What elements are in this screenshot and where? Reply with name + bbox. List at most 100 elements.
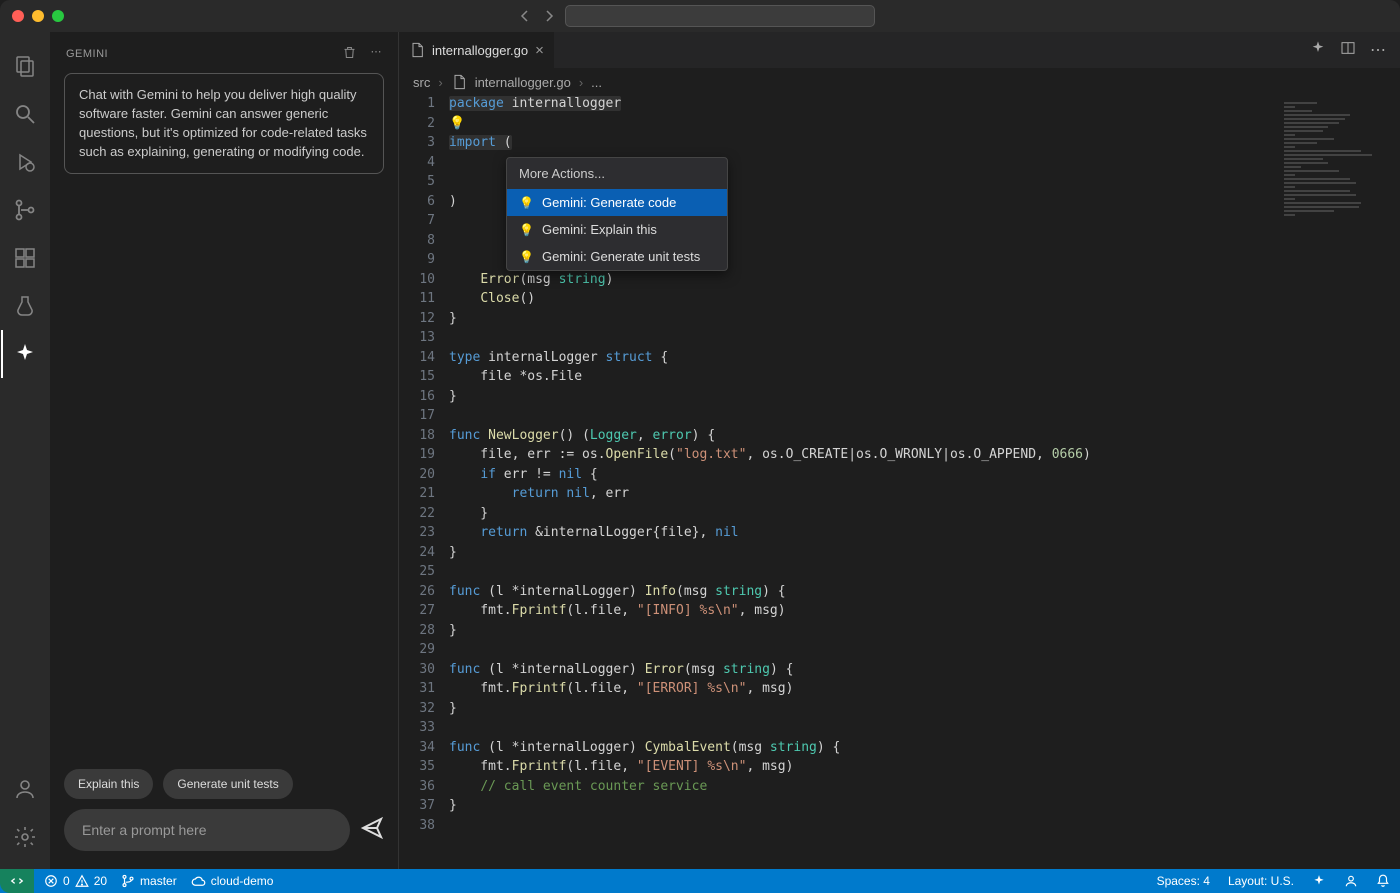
explorer-icon[interactable] [1,42,49,90]
editor-more-icon[interactable]: ⋯ [1370,40,1386,61]
code-line[interactable] [449,642,1400,662]
run-debug-icon[interactable] [1,138,49,186]
clear-chat-icon[interactable] [342,45,357,63]
extensions-icon[interactable] [1,234,49,282]
code-line[interactable]: func (l *internalLogger) Error(msg strin… [449,662,1400,682]
code-line[interactable]: } [449,389,1400,409]
go-file-icon [409,42,425,58]
lightbulb-icon: 💡 [519,223,534,237]
accounts-icon[interactable] [1,765,49,813]
generate-unit-tests-button[interactable]: Generate unit tests [163,769,292,799]
code-line[interactable]: import ( [449,135,1400,155]
code-line[interactable]: Close() [449,291,1400,311]
tab-close-icon[interactable]: × [535,42,544,59]
line-number: 21 [399,486,435,506]
prompt-input[interactable]: Enter a prompt here [64,809,350,851]
chevron-right-icon: › [579,75,583,90]
window-controls [12,10,64,22]
code-line[interactable]: return nil, err [449,486,1400,506]
code-line[interactable]: // call event counter service [449,779,1400,799]
code-line[interactable]: fmt.Fprintf(l.file, "[ERROR] %s\n", msg) [449,681,1400,701]
code-line[interactable]: fmt.Fprintf(l.file, "[INFO] %s\n", msg) [449,603,1400,623]
breadcrumb-src[interactable]: src [413,75,430,90]
explain-this-button[interactable]: Explain this [64,769,153,799]
lightbulb-icon[interactable]: 💡 [449,116,465,131]
breadcrumb-file[interactable]: internallogger.go [475,75,571,90]
nav-back-icon[interactable] [517,8,533,24]
code-line[interactable] [449,330,1400,350]
line-number: 18 [399,428,435,448]
line-number: 25 [399,564,435,584]
menu-item-generate-code[interactable]: 💡 Gemini: Generate code [507,189,727,216]
line-number: 29 [399,642,435,662]
code-line[interactable]: } [449,798,1400,818]
source-control-icon[interactable] [1,186,49,234]
code-line[interactable] [449,818,1400,838]
menu-item-explain-this[interactable]: 💡 Gemini: Explain this [507,216,727,243]
feedback-icon[interactable] [1344,874,1358,888]
nav-forward-icon[interactable] [541,8,557,24]
code-line[interactable]: if err != nil { [449,467,1400,487]
close-window-button[interactable] [12,10,24,22]
breadcrumb-more[interactable]: ... [591,75,602,90]
code-line[interactable]: type internalLogger struct { [449,350,1400,370]
line-number: 15 [399,369,435,389]
testing-icon[interactable] [1,282,49,330]
tab-bar: internallogger.go × ⋯ [399,32,1400,68]
gemini-status-icon[interactable] [1312,874,1326,888]
code-line[interactable] [449,408,1400,428]
code-line[interactable]: func NewLogger() (Logger, error) { [449,428,1400,448]
command-center-input[interactable] [565,5,875,27]
code-line[interactable]: } [449,311,1400,331]
notifications-icon[interactable] [1376,874,1390,888]
code-line[interactable]: } [449,506,1400,526]
code-line[interactable]: return &internalLogger{file}, nil [449,525,1400,545]
split-editor-icon[interactable] [1340,40,1356,61]
git-branch-status[interactable]: master [121,874,177,888]
code-line[interactable]: 💡 [449,116,1400,136]
search-icon[interactable] [1,90,49,138]
code-editor[interactable]: 1234567891011121314151617181920212223242… [399,96,1400,869]
breadcrumbs[interactable]: src › internallogger.go › ... [399,68,1400,96]
code-line[interactable]: package internallogger [449,96,1400,116]
code-line[interactable]: file, err := os.OpenFile("log.txt", os.O… [449,447,1400,467]
cloud-status[interactable]: cloud-demo [191,874,274,889]
lightbulb-icon: 💡 [519,196,534,210]
tab-internallogger[interactable]: internallogger.go × [399,32,555,68]
gemini-sparkle-icon[interactable] [1310,40,1326,61]
line-number: 7 [399,213,435,233]
code-line[interactable]: func (l *internalLogger) CymbalEvent(msg… [449,740,1400,760]
code-line[interactable]: Error(msg string) [449,272,1400,292]
line-number: 32 [399,701,435,721]
code-line[interactable]: } [449,545,1400,565]
maximize-window-button[interactable] [52,10,64,22]
lightbulb-icon: 💡 [519,250,534,264]
menu-item-generate-unit-tests[interactable]: 💡 Gemini: Generate unit tests [507,243,727,270]
editor-area: internallogger.go × ⋯ src › internallogg… [399,32,1400,869]
line-number: 36 [399,779,435,799]
code-line[interactable]: } [449,623,1400,643]
activity-bar [0,32,50,869]
line-number: 8 [399,233,435,253]
sidebar-title: GEMINI [66,48,108,60]
problems-status[interactable]: 0 20 [44,874,107,888]
send-icon[interactable] [360,816,384,845]
code-line[interactable]: fmt.Fprintf(l.file, "[EVENT] %s\n", msg) [449,759,1400,779]
more-actions-icon[interactable]: ⋯ [371,45,383,63]
chevron-right-icon: › [438,75,442,90]
settings-gear-icon[interactable] [1,813,49,861]
gemini-hint-text: Chat with Gemini to help you deliver hig… [64,73,384,174]
gemini-icon[interactable] [1,330,49,378]
line-number: 37 [399,798,435,818]
code-line[interactable]: file *os.File [449,369,1400,389]
code-line[interactable] [449,720,1400,740]
spaces-status[interactable]: Spaces: 4 [1157,874,1210,888]
code-line[interactable]: func (l *internalLogger) Info(msg string… [449,584,1400,604]
minimize-window-button[interactable] [32,10,44,22]
code-line[interactable] [449,564,1400,584]
code-line[interactable]: } [449,701,1400,721]
line-number: 34 [399,740,435,760]
layout-status[interactable]: Layout: U.S. [1228,874,1294,888]
gemini-sidebar: GEMINI ⋯ Chat with Gemini to help you de… [50,32,399,869]
remote-indicator[interactable] [0,869,34,893]
